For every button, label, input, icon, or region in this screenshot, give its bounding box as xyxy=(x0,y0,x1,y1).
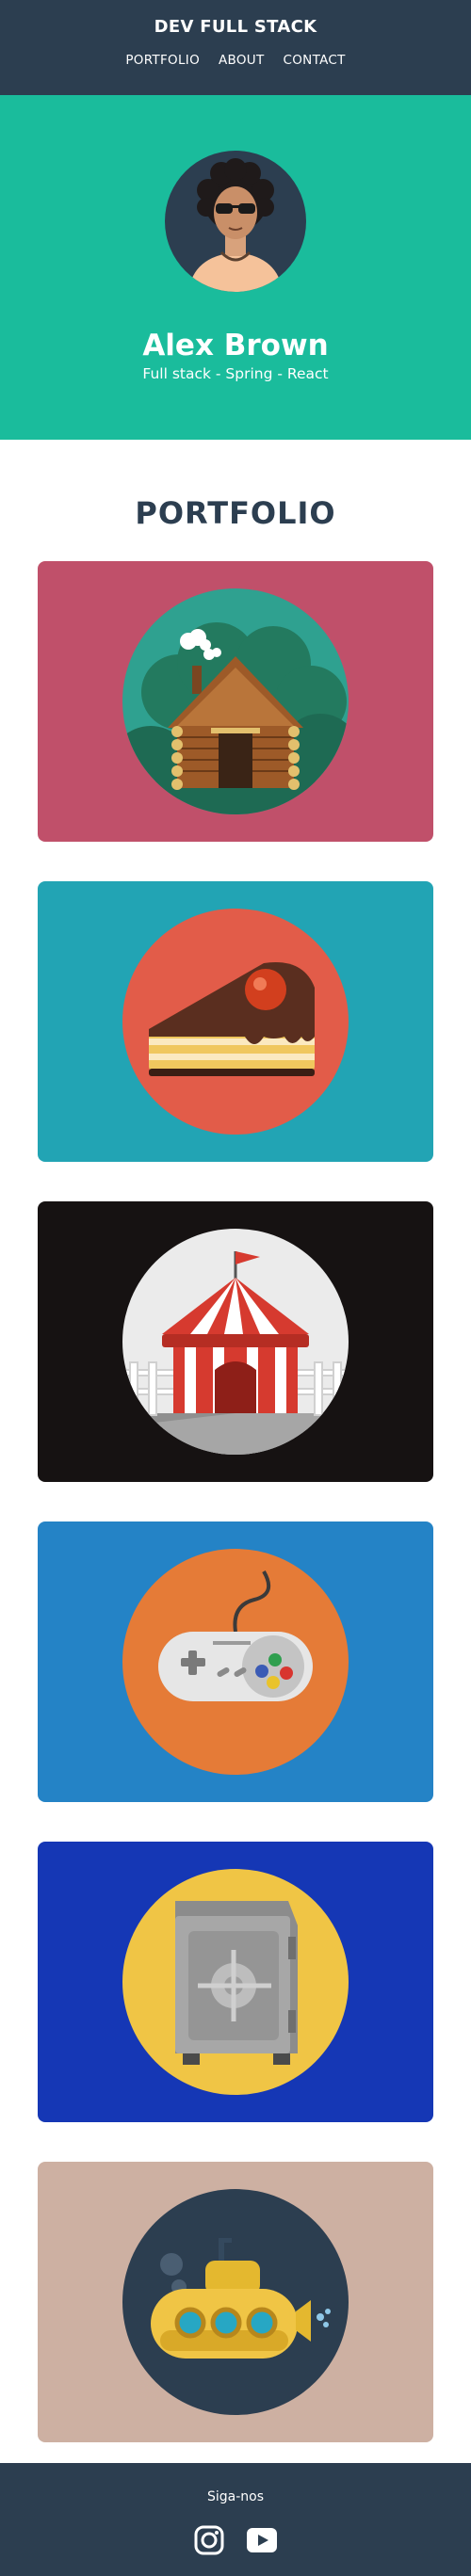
nav-link-about[interactable]: ABOUT xyxy=(219,53,265,68)
portfolio-item-cabin[interactable] xyxy=(38,561,433,842)
nav-link-contact[interactable]: CONTACT xyxy=(284,53,346,68)
cake-icon xyxy=(122,909,349,1135)
nav-link-portfolio[interactable]: PORTFOLIO xyxy=(125,53,200,68)
hero-name: Alex Brown xyxy=(142,329,329,362)
brand-title[interactable]: DEV FULL STACK xyxy=(0,17,471,37)
instagram-icon xyxy=(194,2525,224,2555)
hero-section: Alex Brown Full stack - Spring - React xyxy=(0,95,471,440)
instagram-link[interactable] xyxy=(193,2524,225,2556)
hero-subtitle: Full stack - Spring - React xyxy=(142,365,329,382)
cabin-icon xyxy=(122,588,349,814)
safe-icon xyxy=(122,1869,349,2095)
youtube-icon xyxy=(247,2528,277,2552)
avatar-icon xyxy=(188,158,283,292)
submarine-icon xyxy=(122,2189,349,2415)
portfolio-item-cake[interactable] xyxy=(38,881,433,1162)
circus-tent-icon xyxy=(122,1229,349,1455)
avatar xyxy=(165,151,306,292)
footer: Siga-nos xyxy=(0,2463,471,2576)
portfolio-item-safe[interactable] xyxy=(38,1842,433,2122)
nav-links: PORTFOLIO ABOUT CONTACT xyxy=(0,53,471,68)
youtube-link[interactable] xyxy=(246,2524,278,2556)
footer-text: Siga-nos xyxy=(206,2489,265,2504)
portfolio-item-circus[interactable] xyxy=(38,1201,433,1482)
portfolio-item-controller[interactable] xyxy=(38,1521,433,1802)
portfolio-item-submarine[interactable] xyxy=(38,2162,433,2442)
portfolio-title: PORTFOLIO xyxy=(135,495,336,531)
game-controller-icon xyxy=(122,1549,349,1775)
navbar: DEV FULL STACK PORTFOLIO ABOUT CONTACT xyxy=(0,0,471,95)
